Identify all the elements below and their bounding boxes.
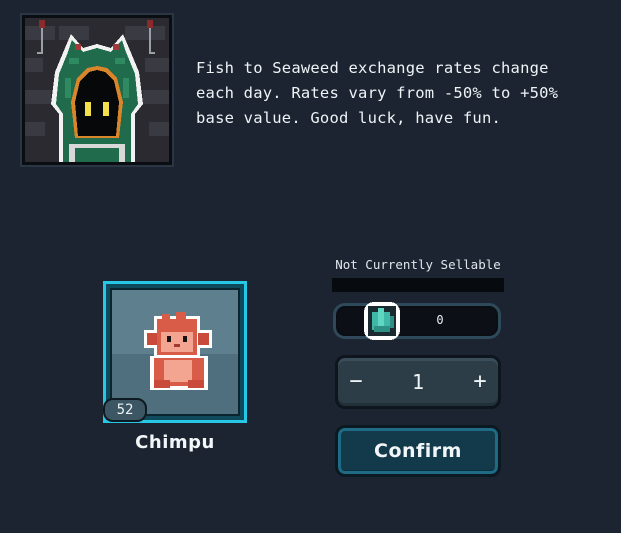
quantity-stepper: − 1 + [335, 355, 501, 409]
seaweed-icon [364, 302, 400, 340]
increase-quantity-button[interactable]: + [464, 366, 496, 398]
decrease-quantity-button[interactable]: − [340, 366, 372, 398]
sell-status-bar [332, 278, 504, 292]
shop-screen: Fish to Seaweed exchange rates change ea… [0, 0, 621, 533]
merchant-portrait [22, 15, 172, 165]
item-name: Chimpu [135, 432, 215, 453]
item-count-badge: 52 [103, 398, 147, 422]
price-value: 0 [436, 313, 444, 327]
confirm-button[interactable]: Confirm [335, 425, 501, 477]
hooded-merchant-icon [25, 18, 169, 162]
merchant-dialog: Fish to Seaweed exchange rates change ea… [196, 59, 559, 127]
chimpu-monkey-icon [144, 312, 212, 390]
item-slot-background [110, 288, 240, 416]
sell-status-label: Not Currently Sellable [335, 257, 501, 272]
quantity-value: 1 [411, 370, 425, 394]
